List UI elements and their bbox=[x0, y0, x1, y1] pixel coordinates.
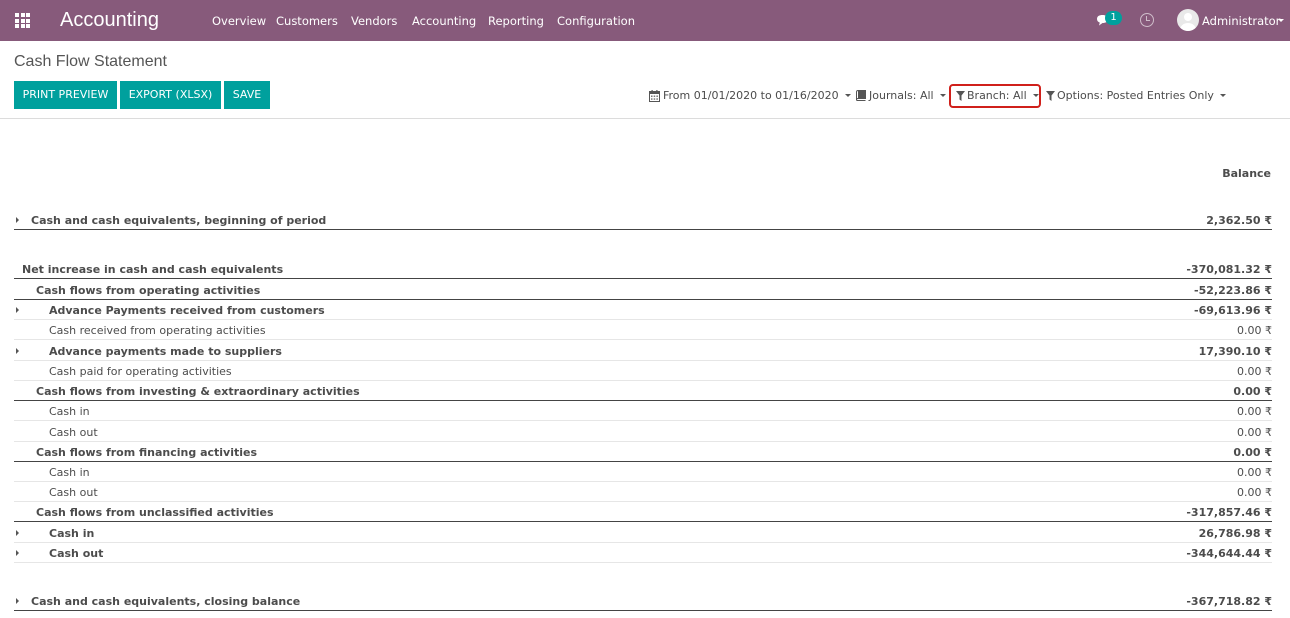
menu-configuration[interactable]: Configuration bbox=[557, 14, 635, 28]
report-line-label: Advance payments made to suppliers bbox=[49, 345, 282, 358]
menu-customers[interactable]: Customers bbox=[276, 14, 338, 28]
caret-down-icon bbox=[1219, 93, 1226, 97]
report-line-label: Cash in bbox=[49, 527, 95, 540]
chat-count-badge: 1 bbox=[1105, 11, 1122, 25]
report-line-investing-cash-out: Cash out 0.00 ₹ bbox=[14, 422, 1272, 442]
apps-grid-icon[interactable] bbox=[15, 13, 30, 28]
top-navbar: Accounting Overview Customers Vendors Ac… bbox=[0, 0, 1290, 41]
report-line-amount: 0.00 ₹ bbox=[1233, 385, 1272, 398]
calendar-icon bbox=[649, 90, 660, 102]
export-xlsx-button[interactable]: EXPORT (XLSX) bbox=[120, 81, 221, 109]
page-title: Cash Flow Statement bbox=[14, 53, 167, 70]
report-line-amount: -344,644.44 ₹ bbox=[1186, 547, 1272, 560]
book-icon bbox=[856, 90, 866, 101]
report-line-amount: -370,081.32 ₹ bbox=[1186, 263, 1272, 276]
report-line-unclassified-cash-out[interactable]: Cash out -344,644.44 ₹ bbox=[14, 543, 1272, 563]
report-line-financing: Cash flows from financing activities 0.0… bbox=[14, 442, 1272, 462]
report-line-advance-received[interactable]: Advance Payments received from customers… bbox=[14, 300, 1272, 320]
expand-caret-icon[interactable] bbox=[16, 550, 19, 556]
report-line-label: Cash and cash equivalents, closing balan… bbox=[31, 595, 301, 608]
expand-caret-icon[interactable] bbox=[16, 348, 19, 354]
options-filter-dropdown[interactable]: Options: Posted Entries Only bbox=[1046, 88, 1226, 104]
user-menu-name[interactable]: Administrator bbox=[1202, 14, 1280, 28]
report-line-investing: Cash flows from investing & extraordinar… bbox=[14, 381, 1272, 401]
report-line-unclassified: Cash flows from unclassified activities … bbox=[14, 502, 1272, 522]
report-line-net-increase: Net increase in cash and cash equivalent… bbox=[14, 259, 1272, 279]
clock-icon[interactable] bbox=[1140, 13, 1154, 27]
journals-filter-label: Journals: All bbox=[869, 89, 934, 102]
report-line-amount: 0.00 ₹ bbox=[1233, 446, 1272, 459]
print-preview-button[interactable]: PRINT PREVIEW bbox=[14, 81, 117, 109]
report-line-amount: 0.00 ₹ bbox=[1237, 466, 1272, 479]
caret-down-icon bbox=[1032, 93, 1039, 97]
report-line-amount: -367,718.82 ₹ bbox=[1186, 595, 1272, 608]
menu-overview[interactable]: Overview bbox=[212, 14, 266, 28]
report-line-label: Cash received from operating activities bbox=[49, 324, 266, 337]
report-line-label: Cash flows from operating activities bbox=[36, 284, 261, 297]
report-line-label: Cash paid for operating activities bbox=[49, 365, 232, 378]
balance-column-header: Balance bbox=[1222, 167, 1271, 180]
report-line-amount: 0.00 ₹ bbox=[1237, 426, 1272, 439]
date-filter-dropdown[interactable]: From 01/01/2020 to 01/16/2020 bbox=[649, 88, 851, 104]
report-line-label: Cash out bbox=[49, 486, 98, 499]
journals-filter-dropdown[interactable]: Journals: All bbox=[856, 88, 946, 104]
report-line-label: Cash out bbox=[49, 426, 98, 439]
report-line-label: Advance Payments received from customers bbox=[49, 304, 325, 317]
filter-icon bbox=[956, 91, 965, 101]
report-line-amount: 26,786.98 ₹ bbox=[1198, 527, 1272, 540]
report-line-cash-received-operating: Cash received from operating activities … bbox=[14, 320, 1272, 340]
filter-icon bbox=[1046, 91, 1055, 101]
menu-accounting[interactable]: Accounting bbox=[412, 14, 476, 28]
report-line-financing-cash-in: Cash in 0.00 ₹ bbox=[14, 462, 1272, 482]
avatar[interactable] bbox=[1177, 9, 1199, 31]
branch-filter-dropdown[interactable]: Branch: All bbox=[956, 88, 1039, 104]
branch-filter-label: Branch: All bbox=[967, 89, 1027, 102]
report-line-closing-balance[interactable]: Cash and cash equivalents, closing balan… bbox=[14, 591, 1272, 611]
report-line-unclassified-cash-in[interactable]: Cash in 26,786.98 ₹ bbox=[14, 523, 1272, 543]
expand-caret-icon[interactable] bbox=[16, 598, 19, 604]
report-line-amount: 0.00 ₹ bbox=[1237, 365, 1272, 378]
expand-caret-icon[interactable] bbox=[16, 307, 19, 313]
report-line-label: Cash in bbox=[49, 466, 90, 479]
report-line-amount: -52,223.86 ₹ bbox=[1194, 284, 1272, 297]
control-panel-divider bbox=[0, 118, 1290, 119]
app-brand[interactable]: Accounting bbox=[60, 9, 159, 32]
report-line-operating: Cash flows from operating activities -52… bbox=[14, 280, 1272, 300]
report-line-amount: -317,857.46 ₹ bbox=[1186, 506, 1272, 519]
options-filter-label: Options: Posted Entries Only bbox=[1057, 89, 1214, 102]
report-line-label: Net increase in cash and cash equivalent… bbox=[22, 263, 284, 276]
save-button[interactable]: SAVE bbox=[224, 81, 270, 109]
report-line-advance-paid[interactable]: Advance payments made to suppliers 17,39… bbox=[14, 341, 1272, 361]
expand-caret-icon[interactable] bbox=[16, 530, 19, 536]
report-line-investing-cash-in: Cash in 0.00 ₹ bbox=[14, 401, 1272, 421]
menu-reporting[interactable]: Reporting bbox=[488, 14, 544, 28]
caret-down-icon bbox=[939, 93, 946, 97]
report-line-label: Cash in bbox=[49, 405, 90, 418]
report-line-amount: 0.00 ₹ bbox=[1237, 324, 1272, 337]
report-line-amount: 2,362.50 ₹ bbox=[1206, 214, 1272, 227]
report-line-amount: 0.00 ₹ bbox=[1237, 486, 1272, 499]
report-line-opening-balance[interactable]: Cash and cash equivalents, beginning of … bbox=[14, 210, 1272, 230]
report-line-cash-paid-operating: Cash paid for operating activities 0.00 … bbox=[14, 361, 1272, 381]
report-line-amount: -69,613.96 ₹ bbox=[1194, 304, 1272, 317]
report-line-amount: 0.00 ₹ bbox=[1237, 405, 1272, 418]
expand-caret-icon[interactable] bbox=[16, 217, 19, 223]
report-line-label: Cash out bbox=[49, 547, 104, 560]
report-line-amount: 17,390.10 ₹ bbox=[1198, 345, 1272, 358]
report-line-label: Cash and cash equivalents, beginning of … bbox=[31, 214, 327, 227]
menu-vendors[interactable]: Vendors bbox=[351, 14, 397, 28]
report-line-financing-cash-out: Cash out 0.00 ₹ bbox=[14, 482, 1272, 502]
caret-down-icon bbox=[844, 93, 851, 97]
report-line-label: Cash flows from unclassified activities bbox=[36, 506, 274, 519]
report-line-label: Cash flows from investing & extraordinar… bbox=[36, 385, 360, 398]
user-menu-caret-icon[interactable] bbox=[1278, 19, 1284, 22]
report-line-label: Cash flows from financing activities bbox=[36, 446, 258, 459]
date-filter-label: From 01/01/2020 to 01/16/2020 bbox=[663, 89, 839, 102]
